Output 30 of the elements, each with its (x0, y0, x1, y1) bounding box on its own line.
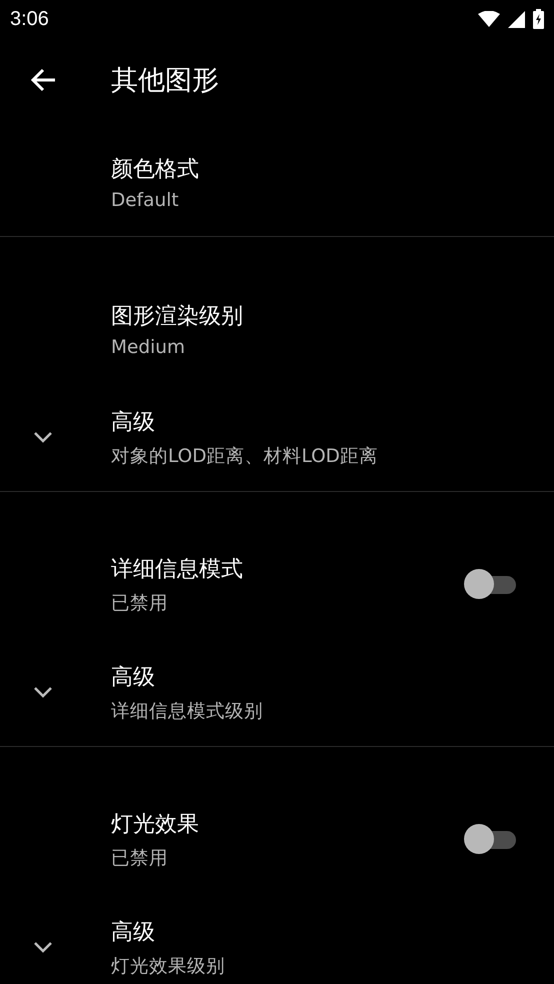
setting-title: 高级 (111, 664, 156, 692)
setting-summary: 已禁用 (111, 846, 169, 870)
advanced-row[interactable]: 高级 详细信息模式级别 (0, 638, 554, 746)
setting-summary: 详细信息模式级别 (111, 700, 264, 722)
back-button[interactable] (30, 68, 56, 92)
signal-icon (508, 10, 525, 28)
status-time: 3:06 (10, 8, 49, 30)
setting-summary: 对象的LOD距离、材料LOD距离 (111, 444, 379, 468)
setting-row[interactable]: 详细信息模式 已禁用 (0, 530, 554, 638)
setting-row[interactable]: 灯光效果 已禁用 (0, 785, 554, 893)
advanced-row[interactable]: 高级 灯光效果级别 (0, 893, 554, 984)
advanced-row[interactable]: 高级 对象的LOD距离、材料LOD距离 (0, 383, 554, 491)
wifi-icon (478, 11, 500, 27)
setting-summary: Default (111, 190, 180, 210)
setting-title: 详细信息模式 (111, 556, 244, 584)
setting-title: 高级 (111, 918, 156, 946)
setting-title: 高级 (111, 408, 156, 436)
setting-summary: 已禁用 (111, 592, 169, 614)
toggle-switch[interactable] (464, 823, 516, 855)
screen-title: 其他图形 (111, 64, 219, 98)
toggle-switch[interactable] (464, 568, 516, 600)
setting-title: 颜色格式 (111, 156, 200, 184)
setting-summary: Medium (111, 336, 186, 358)
setting-row[interactable]: 颜色格式 Default (0, 128, 554, 236)
setting-row[interactable]: 图形渲染级别 Medium (0, 275, 554, 383)
battery-icon (533, 9, 544, 29)
setting-summary: 灯光效果级别 (111, 954, 226, 978)
setting-title: 图形渲染级别 (111, 302, 244, 330)
back-arrow-icon (30, 68, 56, 92)
setting-title: 灯光效果 (111, 810, 200, 838)
